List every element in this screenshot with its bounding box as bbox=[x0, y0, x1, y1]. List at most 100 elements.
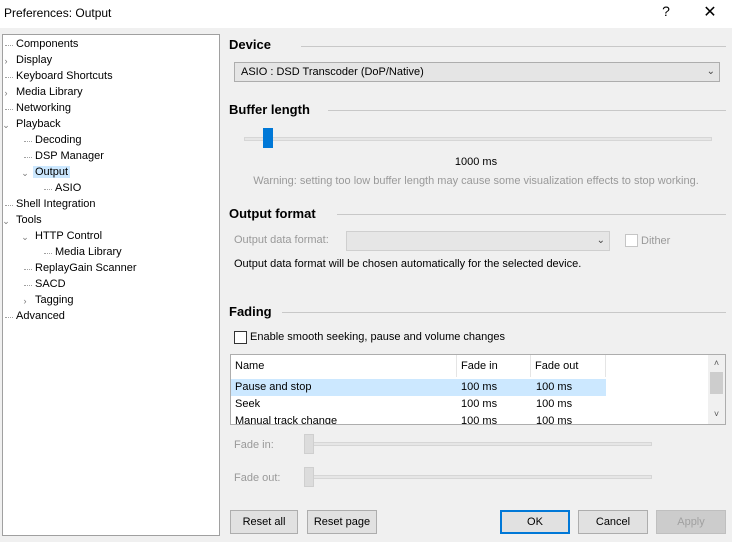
tree-item-http-control[interactable]: HTTP Control bbox=[33, 229, 104, 244]
device-select[interactable]: ASIO : DSD Transcoder (DoP/Native) ⌄ bbox=[234, 62, 720, 82]
tree-item-playback[interactable]: Playback bbox=[14, 117, 63, 132]
tree-item-sacd[interactable]: SACD bbox=[33, 277, 68, 292]
tree-item-media-library[interactable]: Media Library bbox=[14, 85, 85, 100]
scroll-up-icon[interactable]: ˄ bbox=[708, 355, 725, 372]
tree-item-media-library[interactable]: Media Library bbox=[53, 245, 124, 260]
output-data-format-select[interactable]: ⌄ bbox=[346, 231, 610, 251]
tree-item-label: Media Library bbox=[16, 86, 83, 98]
chevron-down-icon[interactable]: ⌄ bbox=[1, 215, 11, 227]
reset-all-button[interactable]: Reset all bbox=[230, 510, 298, 534]
fading-section-title: Fading bbox=[229, 304, 272, 319]
row-name: Manual track change bbox=[235, 415, 338, 425]
tree-item-label: Tagging bbox=[35, 294, 74, 306]
scrollbar-thumb[interactable] bbox=[710, 372, 723, 394]
tree-connector bbox=[5, 205, 13, 206]
buffer-slider-track[interactable] bbox=[244, 137, 712, 141]
output-data-format-label: Output data format: bbox=[234, 234, 329, 246]
chevron-right-icon[interactable]: › bbox=[1, 87, 11, 99]
table-row[interactable]: Manual track change 100 ms 100 ms bbox=[231, 413, 606, 425]
tree-item-label: Tools bbox=[16, 214, 42, 226]
table-row[interactable]: Pause and stop 100 ms 100 ms bbox=[231, 379, 606, 396]
tree-item-shell-integration[interactable]: Shell Integration bbox=[14, 197, 98, 212]
chevron-down-icon[interactable]: ⌄ bbox=[1, 119, 11, 131]
preferences-tree[interactable]: Components › Display Keyboard Shortcuts › Med… bbox=[2, 34, 220, 536]
tree-item-components[interactable]: Components bbox=[14, 37, 80, 52]
tree-item-output[interactable]: Output bbox=[33, 165, 71, 180]
tree-item-tools[interactable]: Tools bbox=[14, 213, 44, 228]
output-format-info: Output data format will be chosen automa… bbox=[234, 258, 582, 270]
dither-checkbox[interactable] bbox=[625, 234, 638, 247]
apply-button[interactable]: Apply bbox=[656, 510, 726, 534]
table-scrollbar[interactable]: ˄ ˅ bbox=[708, 355, 725, 424]
tree-item-replaygain-scanner[interactable]: ReplayGain Scanner bbox=[33, 261, 139, 276]
tree-item-label: Components bbox=[16, 38, 79, 50]
scroll-down-icon[interactable]: ˅ bbox=[708, 406, 725, 423]
window-title: Preferences: Output bbox=[4, 6, 112, 20]
chevron-right-icon[interactable]: › bbox=[1, 55, 11, 67]
buffer-divider bbox=[328, 110, 726, 111]
device-divider bbox=[301, 46, 726, 47]
tree-item-label: ReplayGain Scanner bbox=[35, 262, 137, 274]
tree-item-tagging[interactable]: Tagging bbox=[33, 293, 76, 308]
tree-item-label: Networking bbox=[16, 102, 72, 114]
chevron-down-icon[interactable]: ⌄ bbox=[20, 231, 30, 243]
output-page: Device ASIO : DSD Transcoder (DoP/Native… bbox=[220, 28, 732, 538]
tree-connector bbox=[24, 141, 32, 142]
tree-item-dsp-manager[interactable]: DSP Manager bbox=[33, 149, 106, 164]
cancel-button[interactable]: Cancel bbox=[578, 510, 648, 534]
tree-item-label: Decoding bbox=[35, 134, 82, 146]
fade-in-slider-track[interactable] bbox=[304, 442, 652, 446]
column-header-fade-in[interactable]: Fade in bbox=[457, 355, 531, 377]
tree-item-label: ASIO bbox=[55, 182, 82, 194]
buffer-slider-thumb[interactable] bbox=[262, 128, 273, 148]
chevron-down-icon: ⌄ bbox=[706, 66, 715, 77]
tree-item-label: Display bbox=[16, 54, 53, 66]
tree-item-decoding[interactable]: Decoding bbox=[33, 133, 83, 148]
tree-item-label: Shell Integration bbox=[16, 198, 96, 210]
tree-item-keyboard-shortcuts[interactable]: Keyboard Shortcuts bbox=[14, 69, 115, 84]
tree-item-asio[interactable]: ASIO bbox=[53, 181, 83, 196]
buffer-value: 1000 ms bbox=[454, 156, 498, 168]
enable-smooth-fading-label: Enable smooth seeking, pause and volume … bbox=[250, 331, 506, 343]
tree-connector bbox=[24, 285, 32, 286]
tree-item-networking[interactable]: Networking bbox=[14, 101, 73, 116]
fade-in-label: Fade in: bbox=[234, 439, 274, 451]
table-row[interactable]: Seek 100 ms 100 ms bbox=[231, 396, 606, 413]
column-header-fade-out[interactable]: Fade out bbox=[531, 355, 606, 377]
tree-item-label: Keyboard Shortcuts bbox=[16, 70, 113, 82]
tree-connector bbox=[5, 77, 13, 78]
tree-connector bbox=[5, 45, 13, 46]
chevron-down-icon: ⌄ bbox=[596, 235, 605, 246]
tree-item-advanced[interactable]: Advanced bbox=[14, 309, 67, 324]
close-icon[interactable]: ✕ bbox=[697, 2, 723, 24]
tree-item-label: SACD bbox=[35, 278, 66, 290]
tree-item-label: Playback bbox=[16, 118, 61, 130]
chevron-right-icon[interactable]: › bbox=[20, 295, 30, 307]
buffer-section-title: Buffer length bbox=[229, 102, 310, 117]
tree-connector bbox=[5, 109, 13, 110]
row-fade-out: 100 ms bbox=[536, 415, 573, 425]
enable-smooth-fading-checkbox[interactable] bbox=[234, 331, 247, 344]
device-select-value: ASIO : DSD Transcoder (DoP/Native) bbox=[241, 66, 424, 78]
chevron-down-icon[interactable]: ⌄ bbox=[20, 167, 30, 179]
tree-item-label: Media Library bbox=[55, 246, 122, 258]
row-name: Seek bbox=[235, 398, 261, 410]
tree-connector bbox=[24, 157, 32, 158]
tree-item-label: Output bbox=[33, 166, 71, 178]
tree-item-display[interactable]: Display bbox=[14, 53, 54, 68]
fading-table[interactable]: Name Fade in Fade out Pause and stop 100… bbox=[230, 354, 726, 425]
fade-out-slider-thumb[interactable] bbox=[304, 467, 314, 487]
help-icon[interactable]: ? bbox=[655, 3, 677, 23]
row-fade-in: 100 ms bbox=[461, 381, 498, 393]
output-format-divider bbox=[337, 214, 726, 215]
fade-out-slider-track[interactable] bbox=[304, 475, 652, 479]
tree-connector bbox=[24, 269, 32, 270]
row-fade-out: 100 ms bbox=[536, 381, 573, 393]
fading-divider bbox=[282, 312, 726, 313]
ok-button[interactable]: OK bbox=[500, 510, 570, 534]
row-fade-in: 100 ms bbox=[461, 415, 498, 425]
device-section-title: Device bbox=[229, 37, 271, 52]
fade-in-slider-thumb[interactable] bbox=[304, 434, 314, 454]
reset-page-button[interactable]: Reset page bbox=[307, 510, 377, 534]
column-header-name[interactable]: Name bbox=[231, 355, 457, 377]
